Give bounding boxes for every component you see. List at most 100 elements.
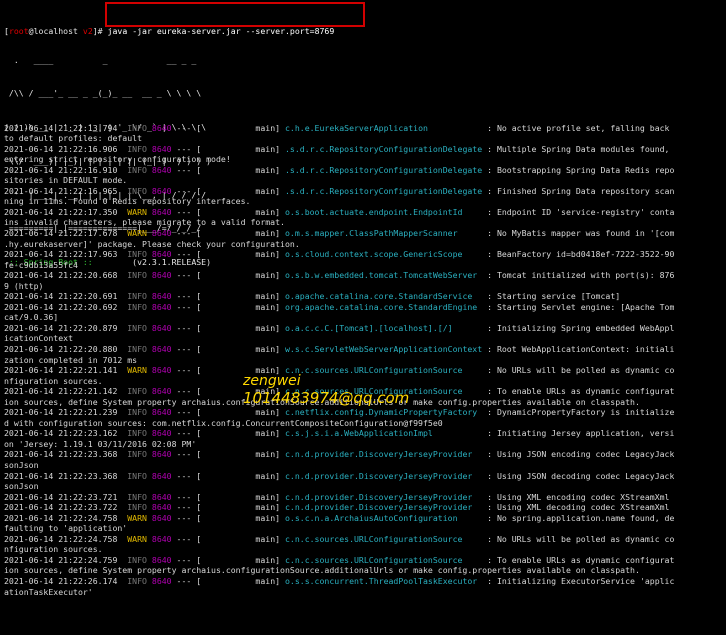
log-pid: 8640 <box>151 122 172 133</box>
log-message: : Using XML encoding codec XStreamXml <box>487 491 670 502</box>
log-separator: --- [ main] <box>171 143 285 154</box>
log-message: : Tomcat initialized with port(s): 876 <box>487 270 675 281</box>
log-continuation-line: icationContext <box>4 333 74 344</box>
log-logger: c.netflix.config.DynamicPropertyFactory <box>284 407 488 418</box>
terminal-window[interactable]: [root@localhost v2]# java -jar eureka-se… <box>0 0 726 635</box>
log-level: WARN <box>122 227 152 238</box>
log-timestamp: 2021-06-14 21:22:23.368 <box>4 449 123 460</box>
log-continuation-line: d with configuration sources: com.netfli… <box>4 417 443 428</box>
log-timestamp: 2021-06-14 21:22:20.879 <box>4 322 123 333</box>
log-separator: --- [ main] <box>171 164 285 175</box>
log-logger: c.s.j.s.i.a.WebApplicationImpl <box>284 428 488 439</box>
log-pid: 8640 <box>151 343 172 354</box>
log-pid: 8640 <box>151 185 172 196</box>
log-logger: o.s.c.n.a.ArchaiusAutoConfiguration <box>284 512 488 523</box>
log-continuation-line: nfiguration sources. <box>4 544 103 555</box>
log-logger: .s.d.r.c.RepositoryConfigurationDelegate <box>284 143 488 154</box>
log-continuation-line: fe-c9db13a55fc4 <box>4 259 78 270</box>
log-timestamp: 2021-06-14 21:22:23.162 <box>4 428 123 439</box>
log-line: 2021-06-14 21:22:23.162 INFO 8640 --- [ … <box>4 428 674 439</box>
log-message: : Endpoint ID 'service-registry' conta <box>487 206 675 217</box>
log-pid: 8640 <box>151 576 172 587</box>
log-timestamp: 2021-06-14 21:22:21.239 <box>4 407 123 418</box>
log-line: 2021-06-14 21:22:20.879 INFO 8640 --- [ … <box>4 323 674 334</box>
log-line: 2021-06-14 21:22:20.691 INFO 8640 --- [ … <box>4 291 674 302</box>
log-logger: .s.d.r.c.RepositoryConfigurationDelegate <box>284 185 488 196</box>
log-message: : No URLs will be polled as dynamic co <box>487 365 675 376</box>
log-separator: --- [ main] <box>171 576 285 587</box>
log-separator: --- [ main] <box>171 122 285 133</box>
log-separator: --- [ main] <box>171 554 285 565</box>
log-message: : Starting Servlet engine: [Apache Tom <box>487 301 675 312</box>
log-pid: 8640 <box>151 270 172 281</box>
log-logger: org.apache.catalina.core.StandardEngine <box>284 301 488 312</box>
log-pid: 8640 <box>151 164 172 175</box>
log-level: WARN <box>122 206 152 217</box>
log-line: 2021-06-14 21:22:17.963 INFO 8640 --- [ … <box>4 249 674 260</box>
watermark-email: 1014483974@qq.com <box>243 389 410 407</box>
log-logger: c.n.d.provider.DiscoveryJerseyProvider <box>284 502 488 513</box>
log-continuation-line: 9 (http) <box>4 280 44 291</box>
log-line: 2021-06-14 21:22:21.141 WARN 8640 --- [ … <box>4 365 674 376</box>
log-pid: 8640 <box>151 512 172 523</box>
log-pid: 8640 <box>151 386 172 397</box>
log-level: INFO <box>122 554 152 565</box>
log-continuation-line: on 'Jersey: 1.19.1 03/11/2016 02:08 PM' <box>4 438 197 449</box>
log-logger: c.n.d.provider.DiscoveryJerseyProvider <box>284 449 488 460</box>
log-level: INFO <box>122 491 152 502</box>
log-level: INFO <box>122 470 152 481</box>
log-separator: --- [ main] <box>171 185 285 196</box>
log-logger: o.m.s.mapper.ClassPathMapperScanner <box>284 227 488 238</box>
log-level: INFO <box>122 428 152 439</box>
log-pid: 8640 <box>151 143 172 154</box>
log-logger: o.s.boot.actuate.endpoint.EndpointId <box>284 206 488 217</box>
log-pid: 8640 <box>151 533 172 544</box>
log-separator: --- [ main] <box>171 249 285 260</box>
log-pid: 8640 <box>151 449 172 460</box>
log-logger: o.s.s.concurrent.ThreadPoolTaskExecutor <box>284 576 488 587</box>
log-level: INFO <box>122 301 152 312</box>
log-line: 2021-06-14 21:22:21.239 INFO 8640 --- [ … <box>4 407 674 418</box>
log-line: 2021-06-14 21:22:17.678 WARN 8640 --- [ … <box>4 228 674 239</box>
banner-line: . ____ _ __ _ _ <box>4 54 197 65</box>
log-timestamp: 2021-06-14 21:22:21.142 <box>4 386 123 397</box>
log-logger: o.apache.catalina.core.StandardService <box>284 291 488 302</box>
log-separator: --- [ main] <box>171 270 285 281</box>
log-message: : Bootstrapping Spring Data Redis repo <box>487 164 675 175</box>
log-pid: 8640 <box>151 322 172 333</box>
log-separator: --- [ main] <box>171 322 285 333</box>
log-level: INFO <box>122 291 152 302</box>
log-continuation-line: nfiguration sources. <box>4 375 103 386</box>
log-timestamp: 2021-06-14 21:22:13.794 <box>4 122 123 133</box>
log-level: INFO <box>122 343 152 354</box>
log-message: : DynamicPropertyFactory is initialize <box>487 407 675 418</box>
log-pid: 8640 <box>151 502 172 513</box>
log-line: 2021-06-14 21:22:23.721 INFO 8640 --- [ … <box>4 492 674 503</box>
log-pid: 8640 <box>151 227 172 238</box>
log-message: : Finished Spring Data repository scan <box>487 185 675 196</box>
log-message: : Initializing Spring embedded WebAppl <box>487 322 675 333</box>
log-pid: 8640 <box>151 470 172 481</box>
log-logger: c.h.e.EurekaServerApplication <box>284 122 488 133</box>
log-logger: w.s.c.ServletWebServerApplicationContext <box>284 343 488 354</box>
log-line: 2021-06-14 21:22:20.692 INFO 8640 --- [ … <box>4 302 674 313</box>
log-message: : No URLs will be polled as dynamic co <box>487 533 675 544</box>
log-timestamp: 2021-06-14 21:22:17.678 <box>4 227 123 238</box>
log-separator: --- [ main] <box>171 502 285 513</box>
log-line: 2021-06-14 21:22:26.174 INFO 8640 --- [ … <box>4 576 674 587</box>
log-level: INFO <box>122 449 152 460</box>
log-level: INFO <box>122 164 152 175</box>
log-line: 2021-06-14 21:22:24.759 INFO 8640 --- [ … <box>4 555 674 566</box>
log-level: INFO <box>122 185 152 196</box>
log-line: 2021-06-14 21:22:20.880 INFO 8640 --- [ … <box>4 344 674 355</box>
log-continuation-line: zation completed in 7012 ms <box>4 354 138 365</box>
log-timestamp: 2021-06-14 21:22:16.906 <box>4 143 123 154</box>
log-message: : Using JSON decoding codec LegacyJack <box>487 470 675 481</box>
log-separator: --- [ main] <box>171 407 285 418</box>
log-logger: o.a.c.c.C.[Tomcat].[localhost].[/] <box>284 322 488 333</box>
log-logger: c.n.d.provider.DiscoveryJerseyProvider <box>284 491 488 502</box>
log-message: : No spring.application.name found, de <box>487 512 675 523</box>
log-continuation-line: ins invalid characters, please migrate t… <box>4 217 285 228</box>
watermark-name: zengwei <box>243 373 301 389</box>
log-separator: --- [ main] <box>171 301 285 312</box>
